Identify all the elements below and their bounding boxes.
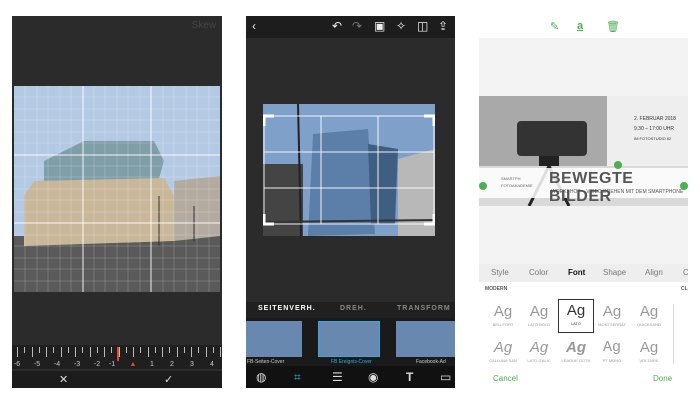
redo-icon[interactable]: ↷	[352, 19, 362, 33]
ruler-label: -3	[73, 361, 81, 368]
tab-font[interactable]: Font	[568, 268, 585, 277]
tab-color[interactable]: Color	[529, 268, 548, 277]
panel-title: Skew	[191, 20, 216, 31]
section-label: CL	[681, 286, 688, 292]
back-icon[interactable]: ‹	[252, 19, 256, 33]
font-option[interactable]: Ag VOLTAIRE	[631, 337, 667, 363]
undo-icon[interactable]: ↶	[332, 19, 342, 33]
preset-strip: FB-Seiten-Cover FB Ereignis-Cover Facebo…	[246, 318, 455, 366]
ruler-label: 1	[150, 361, 154, 368]
font-grid: MODERN CL Ag BELLFORT Ag LATO BOLD Ag LATO …	[479, 282, 688, 372]
divider	[673, 304, 674, 364]
text-icon[interactable]: T	[406, 370, 413, 384]
font-option[interactable]: Ag LATO BOLD	[521, 301, 557, 327]
bottom-toolbar: ◍ ⌗ ☰ ◉ T ▭	[246, 366, 455, 388]
tab-align[interactable]: Align	[645, 268, 663, 277]
ruler-label: 4	[210, 361, 214, 368]
adjust-icon[interactable]: ☰	[332, 370, 343, 384]
preset-thumbnail[interactable]	[246, 321, 302, 357]
crop-grid-overlay	[263, 114, 435, 226]
section-label: MODERN	[485, 286, 508, 292]
ruler-label: -4	[53, 361, 61, 368]
border-icon[interactable]: ▭	[440, 370, 451, 384]
crop-tabs: SEITENVERH. DREH. TRANSFORM	[246, 302, 455, 318]
text-tabs: Style Color Font Shape Align C	[479, 264, 688, 282]
font-option-selected[interactable]: Ag LATO	[558, 299, 594, 333]
ruler-label: -2	[93, 361, 101, 368]
crop-editor-panel: ‹ ↶ ↷ ▣ ✧ ◫ ⇪ SEITENVERH. DREH. TRANSFOR…	[246, 16, 455, 388]
footer-bar: ✕ ✓	[12, 371, 222, 388]
crop-icon[interactable]: ⌗	[294, 370, 301, 385]
looks-icon[interactable]: ◍	[256, 370, 266, 384]
poster-canvas[interactable]: 2. FEBRUAR 2018 9.30 – 17:00 UHR IM FOTO…	[479, 96, 688, 206]
font-option[interactable]: Ag PT MONO	[594, 337, 630, 363]
poster-place: IM FOTOSTUDIO 62	[634, 136, 672, 141]
font-option[interactable]: Ag LATO ITALIC	[521, 337, 557, 363]
magic-wand-icon[interactable]: ✧	[396, 19, 406, 33]
ruler-label: 2	[170, 361, 174, 368]
trash-icon[interactable]: 🗑	[606, 20, 620, 33]
tab-rotate[interactable]: DREH.	[340, 305, 367, 312]
ruler-label: -5	[33, 361, 41, 368]
tab-aspect-ratio[interactable]: SEITENVERH.	[258, 305, 316, 312]
preset-label: FB-Seiten-Cover	[247, 359, 285, 365]
split-view-icon[interactable]: ◫	[417, 19, 428, 33]
logo-text: FOTOAKADEMIE	[501, 183, 533, 188]
confirm-icon[interactable]: ✓	[164, 373, 173, 386]
tab-shape[interactable]: Shape	[603, 268, 626, 277]
cancel-icon[interactable]: ✕	[59, 373, 68, 386]
font-option[interactable]: Ag CALLUNA SAN	[485, 337, 521, 363]
grid-overlay	[14, 86, 220, 292]
footer-bar: Cancel Done	[479, 372, 688, 388]
done-button[interactable]: Done	[653, 374, 672, 383]
poster-date: 2. FEBRUAR 2018	[634, 116, 676, 122]
edit-icon[interactable]: ✎	[550, 20, 559, 33]
photo-canvas[interactable]	[14, 86, 220, 292]
compare-icon[interactable]: ▣	[374, 19, 385, 33]
font-option[interactable]: Ag BELLFORT	[485, 301, 521, 327]
top-toolbar: ‹ ↶ ↷ ▣ ✧ ◫ ⇪	[246, 16, 455, 38]
poster-subline: WORKSHOP – VIDEO DREHEN MIT DEM SMARTPHO…	[551, 189, 684, 195]
preset-label: FB Ereignis-Cover	[331, 359, 372, 365]
tab-more[interactable]: C	[683, 268, 688, 277]
photo-canvas[interactable]	[263, 104, 435, 236]
text-editor-panel: ✎ a 🗑 2. FEBRUAR 2018 9.30 – 17:00 UHR I…	[479, 16, 688, 388]
text-style-icon[interactable]: a	[577, 20, 583, 32]
poster-headline[interactable]: BEWEGTE BILDER	[549, 170, 688, 206]
ruler-zero-marker: ▲	[129, 361, 137, 368]
preset-thumbnail-selected[interactable]	[318, 321, 380, 357]
ruler-label: -1	[108, 361, 116, 368]
font-option[interactable]: Ag QUICKSAND	[631, 301, 667, 327]
logo-text: SMARTPH	[501, 176, 521, 181]
cancel-button[interactable]: Cancel	[493, 374, 518, 383]
skew-editor-panel: Skew -6 -5 -4 -3 -2 -1 ▲ 1 2 3 4 ✕ ✓	[12, 16, 222, 388]
ruler-label: -6	[13, 361, 21, 368]
share-icon[interactable]: ⇪	[438, 19, 448, 33]
poster-time: 9.30 – 17:00 UHR	[634, 126, 675, 132]
top-toolbar: ✎ a 🗑	[479, 16, 688, 38]
skew-ruler[interactable]: -6 -5 -4 -3 -2 -1 ▲ 1 2 3 4	[12, 345, 222, 369]
tab-style[interactable]: Style	[491, 268, 509, 277]
preset-thumbnail[interactable]	[396, 321, 455, 357]
eye-icon[interactable]: ◉	[368, 370, 378, 384]
ruler-indicator	[117, 347, 119, 361]
tab-transform[interactable]: TRANSFORM	[397, 305, 451, 312]
font-option[interactable]: Ag LEAGUE GOTH	[558, 337, 594, 363]
font-option[interactable]: Ag MONTSERRAT	[594, 301, 630, 327]
preset-label: Facebook-Ad	[416, 359, 446, 365]
ruler-label: 3	[190, 361, 194, 368]
